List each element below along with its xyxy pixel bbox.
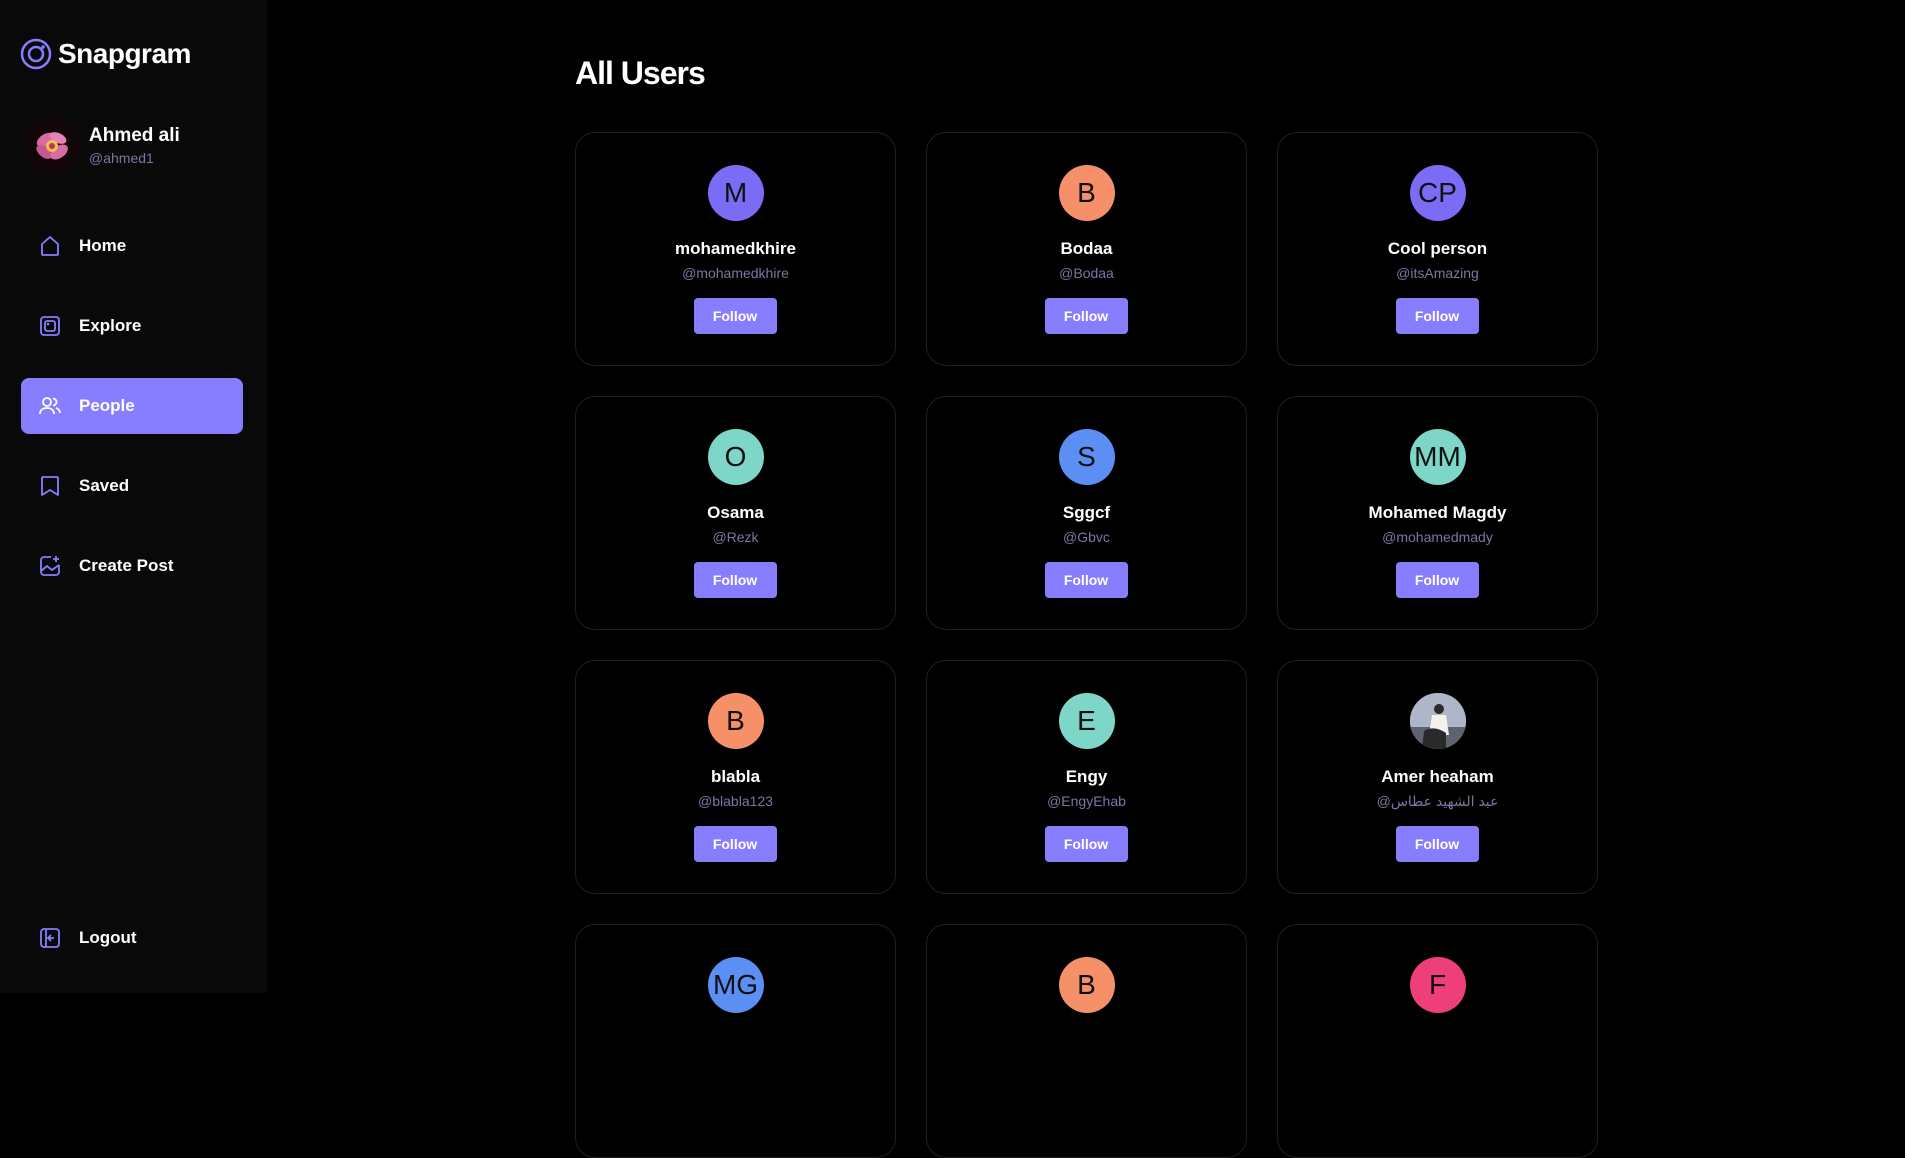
- follow-button[interactable]: Follow: [1395, 298, 1479, 334]
- app-logo[interactable]: Snapgram: [20, 38, 191, 70]
- user-name: Sggcf: [1062, 503, 1111, 522]
- avatar: B: [1058, 165, 1115, 221]
- bookmark-icon: [41, 476, 59, 496]
- people-icon: [39, 397, 61, 415]
- avatar: B: [707, 693, 764, 749]
- avatar: E: [1058, 693, 1115, 749]
- follow-button[interactable]: Follow: [1395, 562, 1479, 598]
- sidebar-item-create-post[interactable]: Create Post: [21, 538, 243, 594]
- sidebar-item-home[interactable]: Home: [21, 218, 243, 274]
- avatar: S: [1058, 429, 1115, 485]
- user-card[interactable]: CP Cool person @itsAmazing Follow: [1277, 132, 1598, 366]
- user-handle: @mohamedkhire: [682, 265, 789, 281]
- user-handle: @Bodaa: [1059, 265, 1114, 281]
- logout-button[interactable]: Logout: [21, 910, 243, 966]
- flower-photo: [24, 118, 80, 174]
- user-handle: @Rezk: [712, 529, 759, 545]
- profile-summary[interactable]: Ahmed ali @ahmed1: [24, 118, 180, 174]
- avatar: B: [1058, 957, 1115, 1013]
- profile-name: Ahmed ali: [89, 125, 180, 146]
- page-title: All Users: [575, 55, 706, 91]
- user-name: Bodaa: [1060, 239, 1113, 258]
- add-image-icon: [40, 556, 60, 576]
- follow-button[interactable]: Follow: [693, 826, 777, 862]
- logout-icon: [40, 928, 60, 948]
- avatar: MG: [707, 957, 764, 1013]
- user-card[interactable]: B Bodaa @Bodaa Follow: [926, 132, 1247, 366]
- app-name: Snapgram: [58, 38, 191, 69]
- user-card[interactable]: S Sggcf @Gbvc Follow: [926, 396, 1247, 630]
- user-card[interactable]: Bblabla @blabla123 Follow: [575, 660, 896, 894]
- user-handle: @itsAmazing: [1396, 265, 1479, 281]
- avatar: F: [1409, 957, 1466, 1013]
- avatar: O: [707, 429, 764, 485]
- user-name: Engy: [1065, 767, 1108, 786]
- avatar: M: [707, 165, 764, 221]
- user-handle: @Gbvc: [1063, 529, 1110, 545]
- user-card[interactable]: B: [926, 924, 1247, 1158]
- follow-button[interactable]: Follow: [693, 562, 777, 598]
- follow-button[interactable]: Follow: [1395, 826, 1479, 862]
- user-name: Cool person: [1387, 239, 1488, 258]
- follow-button[interactable]: Follow: [1044, 562, 1128, 598]
- user-name: Amer heaham: [1381, 767, 1494, 786]
- sidebar-item-label: People: [79, 396, 135, 415]
- sidebar-item-label: Create Post: [79, 556, 174, 575]
- user-card[interactable]: MM Mohamed Magdy @mohamedmady Follow: [1277, 396, 1598, 630]
- user-photo: [1409, 693, 1466, 749]
- follow-button[interactable]: Follow: [1044, 298, 1128, 334]
- user-name: Osama: [707, 503, 764, 522]
- sidebar-item-saved[interactable]: Saved: [21, 458, 243, 514]
- sidebar-item-explore[interactable]: Explore: [21, 298, 243, 354]
- user-name: Mohamed Magdy: [1368, 503, 1507, 522]
- avatar: [24, 118, 80, 174]
- profile-handle: @ahmed1: [89, 150, 154, 166]
- sidebar-item-label: Explore: [79, 316, 142, 335]
- user-handle: @blabla123: [698, 793, 773, 809]
- user-card[interactable]: Amer heaham @عبد الشهيد عطاس Follow: [1277, 660, 1598, 894]
- camera-icon: [20, 38, 52, 70]
- sidebar-item-label: Home: [79, 236, 127, 255]
- user-card[interactable]: Mmohamedkhire @mohamedkhire Follow: [575, 132, 896, 366]
- user-card[interactable]: E Engy @EngyEhab Follow: [926, 660, 1247, 894]
- follow-button[interactable]: Follow: [1044, 826, 1128, 862]
- user-card[interactable]: F: [1277, 924, 1598, 1158]
- home-icon: [41, 236, 59, 256]
- follow-button[interactable]: Follow: [693, 298, 777, 334]
- user-name: blabla: [710, 767, 761, 786]
- user-name: mohamedkhire: [675, 239, 796, 258]
- user-card[interactable]: MG: [575, 924, 896, 1158]
- avatar: [1409, 693, 1466, 749]
- avatar: CP: [1409, 165, 1466, 221]
- gallery-icon: [40, 316, 60, 336]
- user-handle: @EngyEhab: [1047, 793, 1126, 809]
- sidebar-item-label: Saved: [79, 476, 130, 495]
- sidebar-item-people[interactable]: People: [21, 378, 243, 434]
- sidebar-item-label: Logout: [79, 928, 137, 947]
- avatar: MM: [1409, 429, 1466, 485]
- user-card[interactable]: O Osama @Rezk Follow: [575, 396, 896, 630]
- user-handle: @عبد الشهيد عطاس: [1376, 793, 1499, 809]
- user-handle: @mohamedmady: [1382, 529, 1493, 545]
